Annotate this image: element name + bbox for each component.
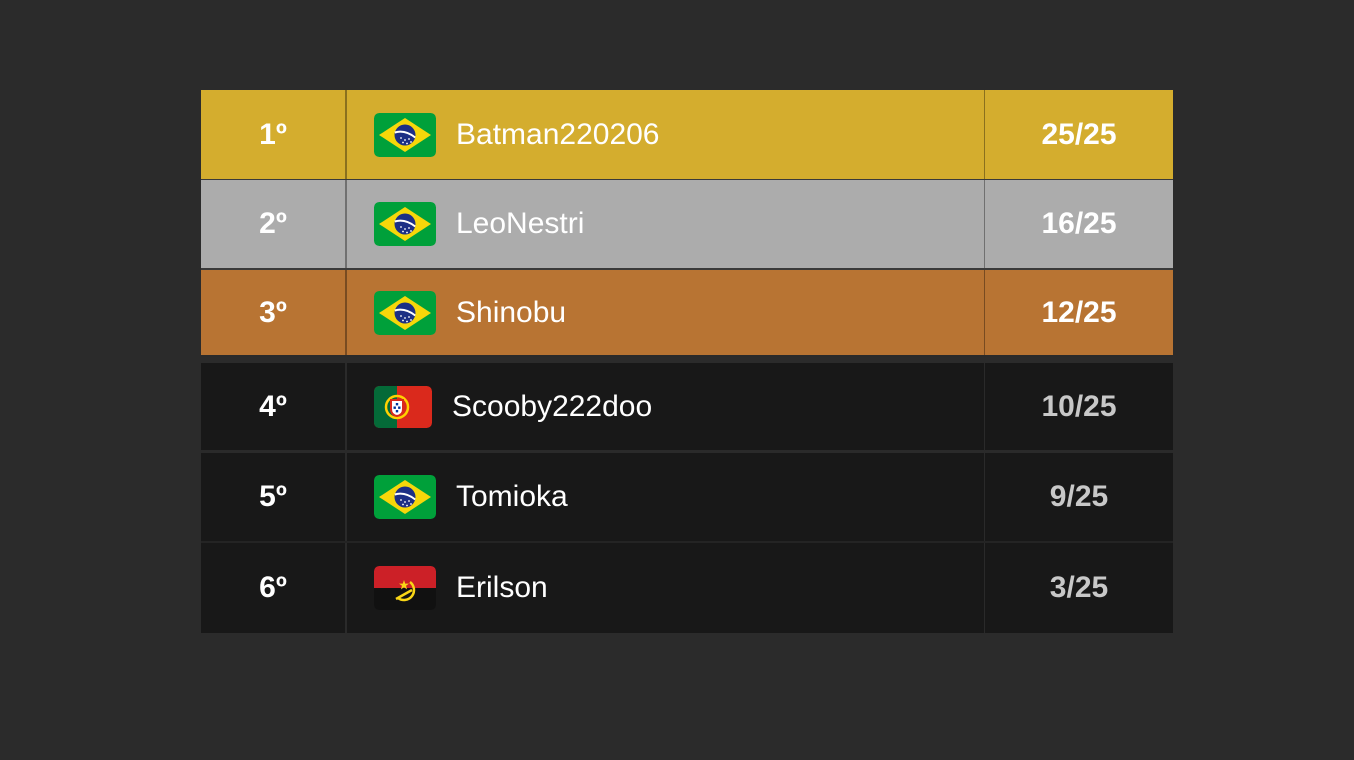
player-score: 9/25: [1049, 480, 1109, 513]
player-name: Scooby222doo: [452, 389, 653, 423]
player-cell: Tomioka: [347, 453, 985, 541]
leaderboard-row: 2º LeoNestri 16/25: [201, 180, 1173, 270]
player-name: Batman220206: [456, 117, 660, 151]
player-score: 3/25: [1049, 571, 1109, 604]
rank-position: 3º: [201, 270, 347, 355]
player-cell: LeoNestri: [347, 180, 985, 268]
player-cell: Shinobu: [347, 270, 985, 355]
leaderboard-row: 3º Shinobu 12/25: [201, 270, 1173, 357]
player-name: Tomioka: [456, 480, 568, 513]
angola-flag-icon: [374, 566, 436, 610]
player-name: LeoNestri: [456, 207, 585, 240]
leaderboard-table: 1º Batman220206 25/25 2º LeoNestri 16/25…: [201, 90, 1173, 633]
brazil-flag-icon: [374, 475, 436, 519]
rank-position: 2º: [201, 180, 347, 268]
portugal-flag-icon: [374, 386, 432, 428]
player-cell: Erilson: [347, 543, 985, 633]
rank-position: 1º: [201, 90, 347, 179]
rank-position: 4º: [201, 363, 347, 450]
player-cell: Batman220206: [347, 90, 985, 179]
rank-position: 6º: [201, 543, 347, 633]
player-score: 12/25: [1041, 295, 1117, 329]
player-score: 10/25: [1041, 389, 1117, 423]
brazil-flag-icon: [374, 113, 436, 157]
leaderboard-row: 4º Scooby222doo 10/25: [201, 363, 1173, 453]
player-name: Shinobu: [456, 295, 567, 329]
leaderboard-row: 6º Erilson 3/25: [201, 543, 1173, 633]
brazil-flag-icon: [374, 291, 436, 335]
rank-position: 5º: [201, 453, 347, 541]
player-cell: Scooby222doo: [347, 363, 985, 450]
leaderboard-row: 5º Tomioka 9/25: [201, 453, 1173, 543]
brazil-flag-icon: [374, 202, 436, 246]
player-score: 25/25: [1041, 117, 1117, 151]
player-name: Erilson: [456, 571, 548, 604]
leaderboard-row: 1º Batman220206 25/25: [201, 90, 1173, 180]
player-score: 16/25: [1041, 207, 1117, 240]
